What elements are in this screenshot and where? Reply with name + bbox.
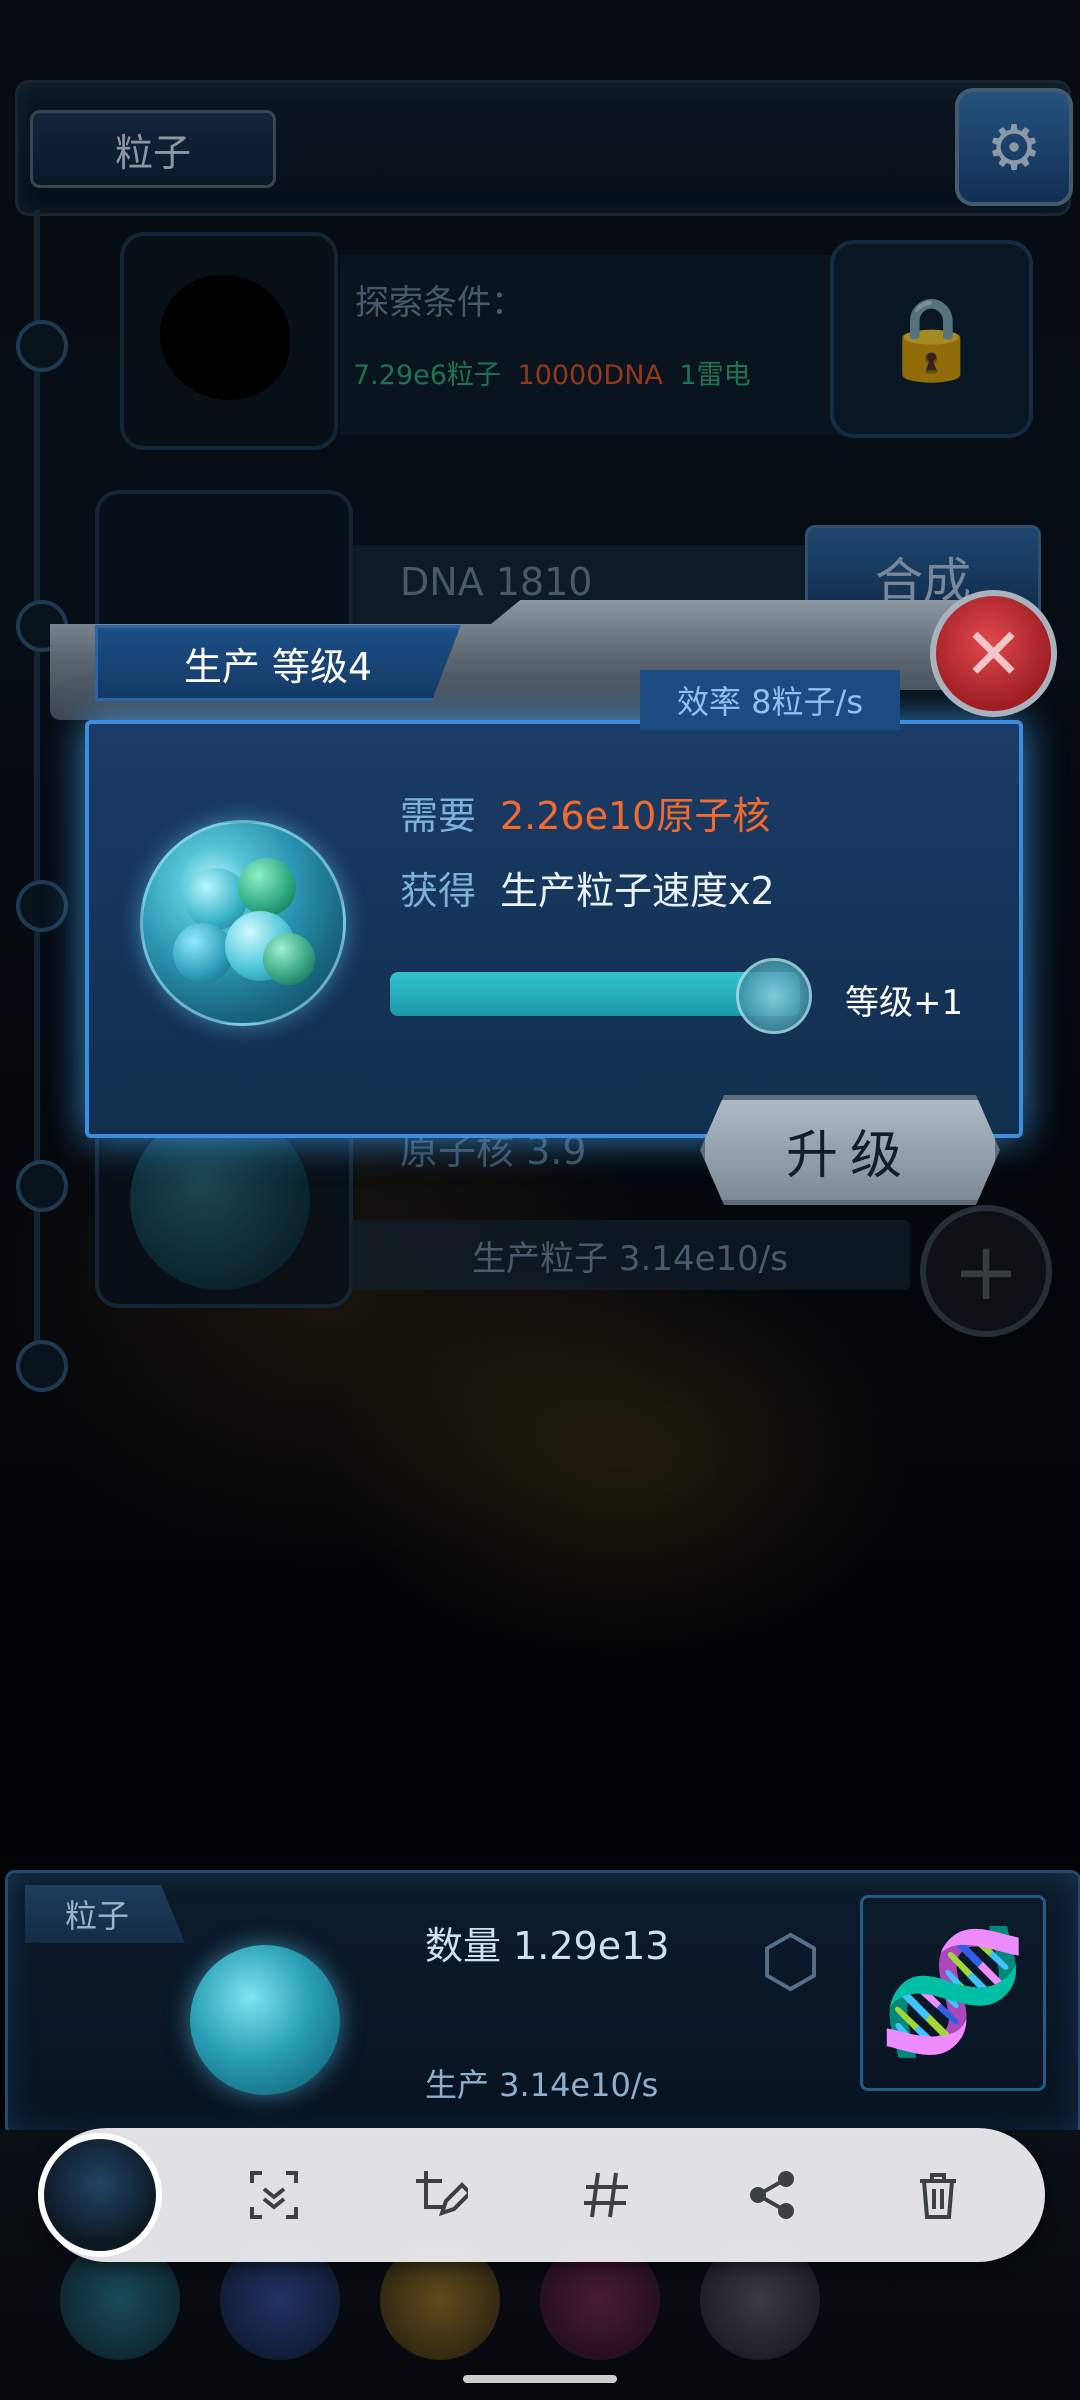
scroll-capture-button[interactable] [232,2160,316,2230]
delete-icon [920,2173,956,2219]
molecule-icon: ⬡ [760,1920,822,2002]
dialog-title-label: 生产 等级4 [183,644,373,689]
edit-crop-icon [416,2171,468,2217]
particle-rate: 生产 3.14e10/s [425,2066,659,2104]
hashtag-icon [584,2172,628,2218]
upgrade-button[interactable]: 升级 [700,1095,1000,1205]
upgrade-label: 升级 [785,1125,914,1186]
get-value: 生产粒子速度x2 [500,869,775,913]
progress-knob [736,958,812,1034]
share-icon [750,2171,794,2219]
particle-count: 数量 1.29e13 [425,1924,670,1968]
close-icon: ✕ [963,611,1024,696]
need-label: 需要 [400,794,477,838]
get-label: 获得 [400,869,477,913]
dna-icon[interactable]: 🧬 [860,1895,1046,2091]
scroll-capture-icon [250,2171,298,2219]
close-button[interactable]: ✕ [930,590,1057,717]
atom-cluster-icon [140,820,346,1026]
home-indicator[interactable] [463,2375,617,2383]
edit-button[interactable] [398,2160,482,2230]
efficiency-badge: 效率 8粒子/s [640,670,900,730]
particle-orb-icon [190,1945,340,2095]
resource-tab: 粒子 [25,1885,185,1943]
resource-tab-label: 粒子 [65,1897,130,1935]
dialog-title: 生产 等级4 [95,625,461,701]
screenshot-toolbar [40,2128,1045,2262]
share-button[interactable] [730,2160,814,2230]
screenshot-thumbnail[interactable] [38,2133,162,2257]
delete-button[interactable] [896,2160,980,2230]
level-plus-label: 等级+1 [845,983,964,1023]
need-value: 2.26e10原子核 [500,794,771,838]
hashtag-button[interactable] [564,2160,648,2230]
efficiency-label: 效率 8粒子/s [677,683,863,721]
